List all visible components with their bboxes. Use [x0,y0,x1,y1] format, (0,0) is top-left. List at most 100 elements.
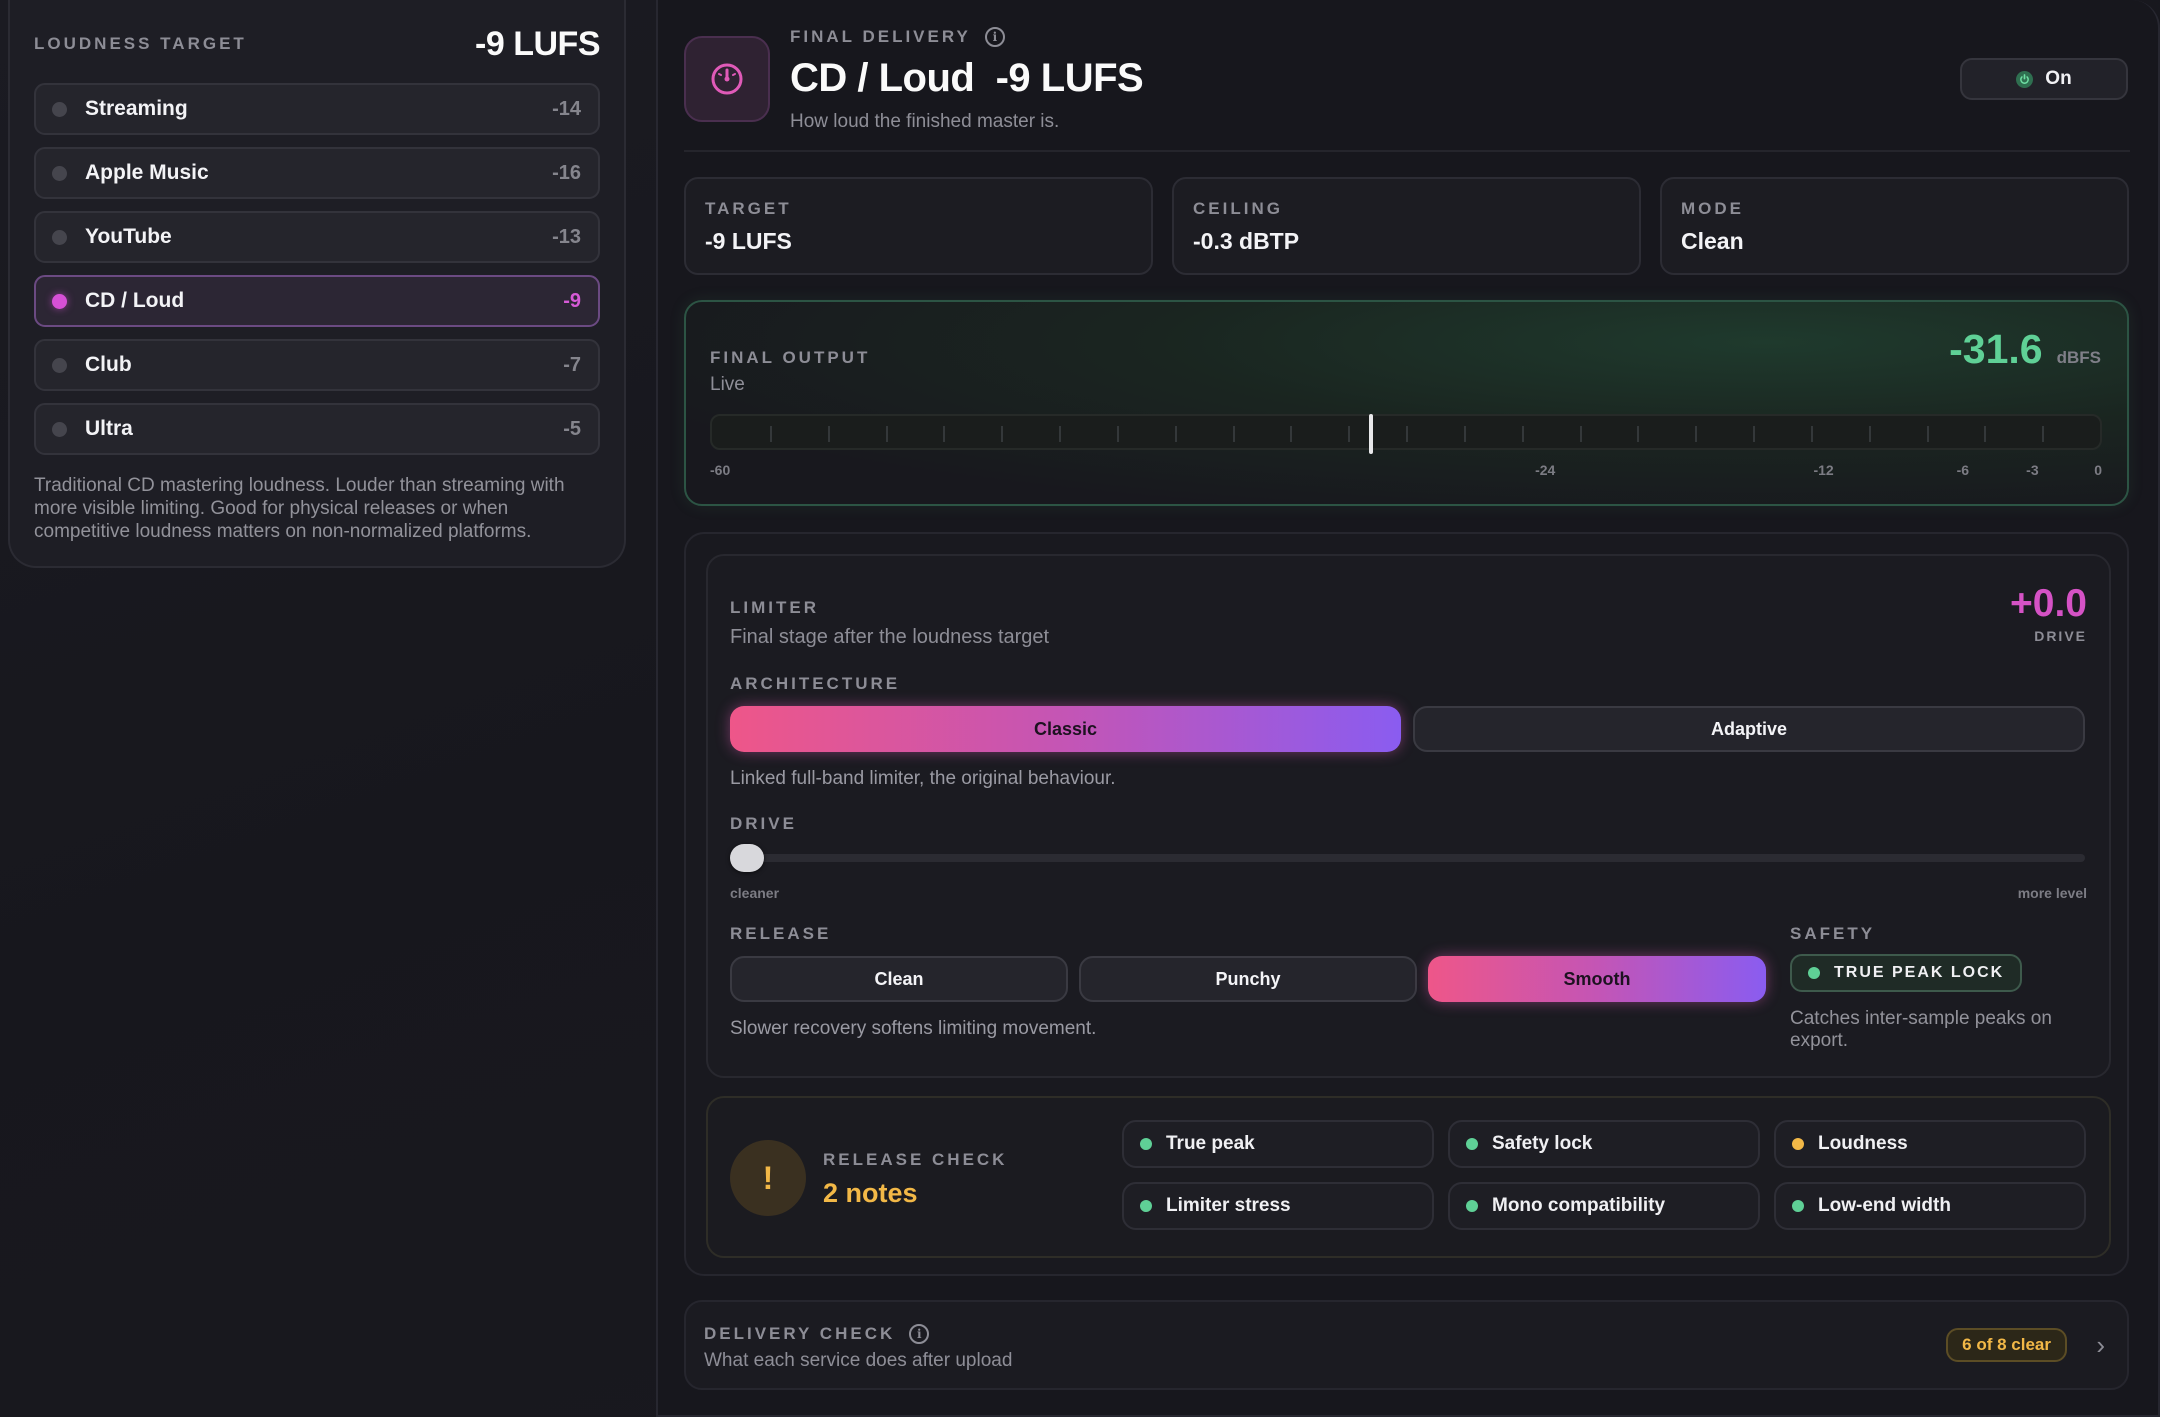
status-dot [1140,1138,1152,1150]
preset-name: Club [85,353,132,376]
meter-tick [1580,426,1582,442]
check-item-true-peak[interactable]: True peak [1122,1120,1434,1168]
stat-value: -0.3 dBTP [1193,228,1300,254]
safety-note: Catches inter-sample peaks on export. [1790,1008,2052,1051]
scale-label: -60 [710,462,731,478]
info-icon[interactable]: i [909,1324,930,1344]
preset-radio-dot [52,165,67,181]
release-label: RELEASE [730,924,832,943]
delivery-status-badge: 6 of 8 clear [1946,1328,2067,1362]
meter-tick [1233,426,1235,442]
meter-tick [2042,426,2044,442]
scale-label: -6 [1956,462,1970,478]
loudness-target-label: LOUDNESS TARGET [34,34,247,53]
architecture-adaptive-button[interactable]: Adaptive [1413,706,2085,752]
drive-slider-handle[interactable] [730,844,764,872]
preset-youtube[interactable]: YouTube -13 [34,211,600,263]
meter-scale: -60 -24 -12 -6 -3 0 [710,462,2102,482]
page-subtitle: How loud the finished master is. [790,111,1060,132]
stat-cards: TARGET -9 LUFS CEILING -0.3 dBTP MODE Cl… [684,177,2129,275]
drive-max-label: more level [2017,885,2087,901]
scale-label: 0 [2094,462,2102,478]
preset-name: CD / Loud [85,289,185,312]
meter-tick [1869,426,1871,442]
stat-value: Clean [1681,228,1744,254]
release-note: Slower recovery softens limiting movemen… [730,1018,1097,1039]
check-item-safety-lock[interactable]: Safety lock [1448,1120,1760,1168]
final-delivery-panel: FINAL DELIVERY i CD / Loud -9 LUFS How l… [656,0,2160,1417]
release-check-card: ! RELEASE CHECK 2 notes True peak Safety… [706,1096,2111,1258]
check-item-label: True peak [1166,1133,1255,1154]
check-item-label: Safety lock [1492,1133,1593,1154]
limiter-subtitle: Final stage after the loudness target [730,626,1050,648]
release-smooth-button[interactable]: Smooth [1428,956,1766,1002]
output-level-meter [710,414,2102,454]
check-item-label: Mono compatibility [1492,1195,1666,1216]
status-dot [1466,1138,1478,1150]
preset-club[interactable]: Club -7 [34,339,600,391]
preset-value: -16 [552,161,581,184]
check-item-loudness[interactable]: Loudness [1774,1120,2086,1168]
chevron-right-icon[interactable]: › [2096,1330,2105,1361]
preset-name: YouTube [85,225,172,248]
meter-tick [1464,426,1466,442]
architecture-note: Linked full-band limiter, the original b… [730,768,1116,789]
check-item-label: Low-end width [1818,1195,1951,1216]
meter-tick [1348,426,1350,442]
loudness-target-value: -9 LUFS [475,24,600,63]
check-item-low-end-width[interactable]: Low-end width [1774,1182,2086,1230]
meter-tick [1406,426,1408,442]
gauge-icon [684,36,770,122]
status-dot [1808,967,1820,979]
scale-label: -24 [1535,462,1556,478]
final-output-status: Live [710,374,745,395]
preset-radio-dot [52,229,67,245]
meter-tick [1984,426,1986,442]
drive-min-label: cleaner [730,885,780,901]
architecture-classic-button[interactable]: Classic [730,706,1401,752]
preset-radio-dot [52,101,67,117]
preset-streaming[interactable]: Streaming -14 [34,83,600,135]
release-check-items: True peak Safety lock Loudness Limiter s… [1122,1120,2086,1230]
check-item-mono-compatibility[interactable]: Mono compatibility [1448,1182,1760,1230]
preset-name: Streaming [85,97,188,120]
preset-radio-dot [52,421,67,437]
release-clean-button[interactable]: Clean [730,956,1068,1002]
preset-value: -14 [552,97,581,120]
delivery-check-label: DELIVERY CHECK [704,1324,896,1343]
check-item-label: Loudness [1818,1133,1908,1154]
true-peak-lock-label: TRUE PEAK LOCK [1834,964,2005,981]
meter-tick [1753,426,1755,442]
final-output-readout: -31.6 dBFS [1949,326,2101,373]
preset-cd-loud[interactable]: CD / Loud -9 [34,275,600,327]
power-toggle-button[interactable]: On [1960,58,2128,100]
page-title: CD / Loud -9 LUFS [790,56,1144,100]
limiter-title: LIMITER [730,598,819,617]
final-output-label: FINAL OUTPUT [710,348,871,367]
scale-label: -12 [1813,462,1834,478]
preset-ultra[interactable]: Ultra -5 [34,403,600,455]
meter-tick [1117,426,1119,442]
preset-description: Traditional CD mastering loudness. Loude… [34,475,565,542]
delivery-check-subtitle: What each service does after upload [704,1350,1013,1371]
power-icon [2016,70,2034,88]
release-punchy-button[interactable]: Punchy [1079,956,1417,1002]
delivery-check-row[interactable]: DELIVERY CHECK i What each service does … [684,1300,2129,1390]
check-item-label: Limiter stress [1166,1195,1291,1216]
preset-name: Apple Music [85,161,209,184]
true-peak-lock-toggle[interactable]: TRUE PEAK LOCK [1790,954,2023,992]
check-item-limiter-stress[interactable]: Limiter stress [1122,1182,1434,1230]
limiter-section: LIMITER Final stage after the loudness t… [684,532,2129,1276]
drive-readout-label: DRIVE [2034,628,2087,644]
info-icon[interactable]: i [984,27,1005,47]
release-check-label: RELEASE CHECK [823,1150,1008,1169]
meter-tick [1522,426,1524,442]
status-dot [1792,1138,1804,1150]
status-dot [1466,1200,1478,1212]
preset-list: Streaming -14 Apple Music -16 YouTube -1… [34,83,600,467]
meter-tick [828,426,830,442]
preset-value: -9 [563,289,581,312]
drive-slider[interactable] [730,844,2085,872]
preset-apple-music[interactable]: Apple Music -16 [34,147,600,199]
loudness-target-panel: LOUDNESS TARGET -9 LUFS Streaming -14 Ap… [8,0,626,568]
